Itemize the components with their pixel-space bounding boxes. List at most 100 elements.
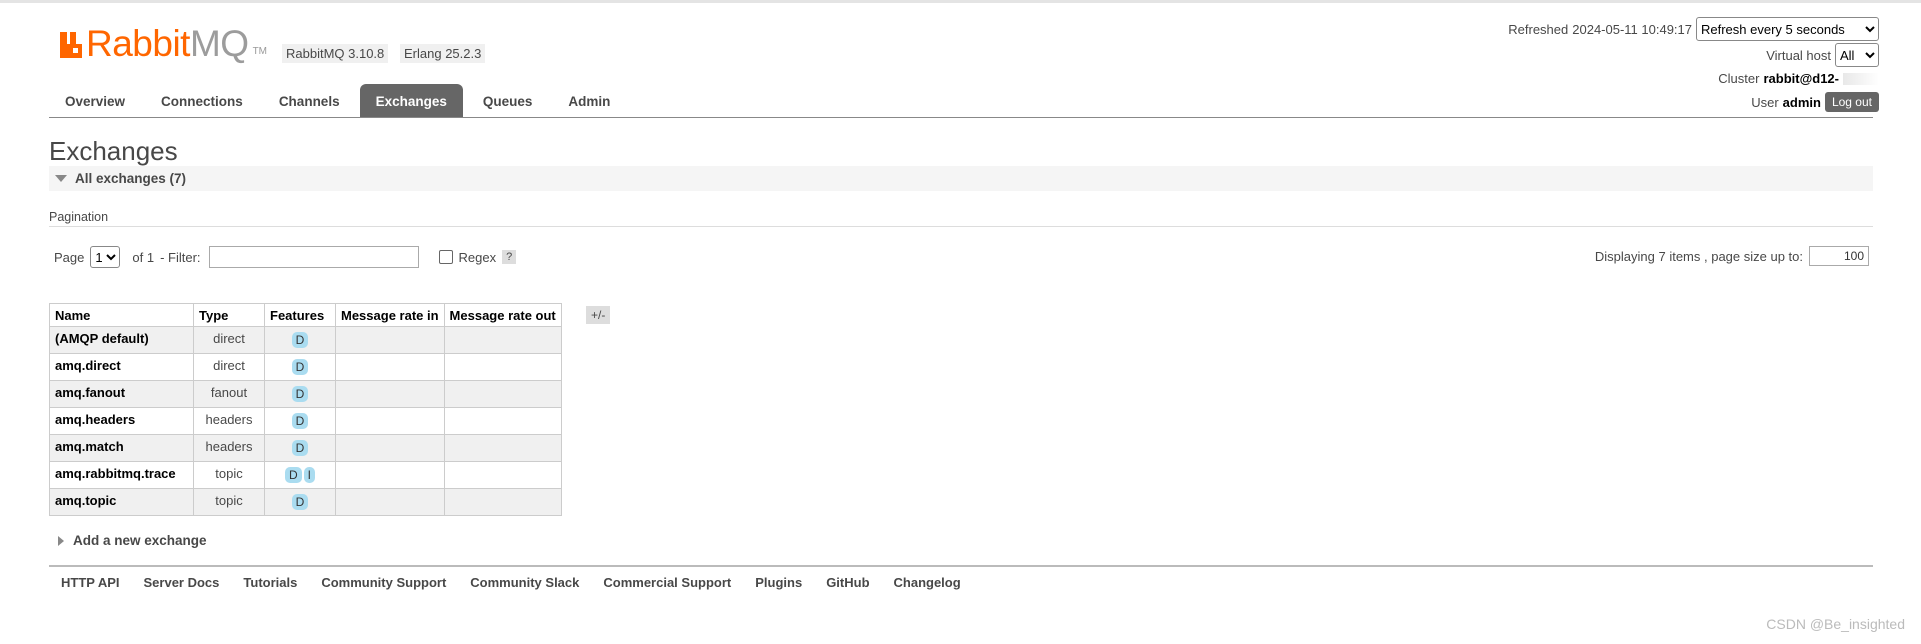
- rate-in-cell: [335, 380, 445, 408]
- exchange-name-link[interactable]: amq.direct: [49, 353, 194, 381]
- footer-link-community-support[interactable]: Community Support: [309, 574, 458, 592]
- footer-link-github[interactable]: GitHub: [814, 574, 881, 592]
- logout-button[interactable]: Log out: [1824, 92, 1879, 112]
- exchange-type: headers: [193, 407, 265, 435]
- pagination-controls: Page 1 of 1 - Filter: Regex ?: [54, 246, 517, 268]
- rate-out-cell: [443, 380, 562, 408]
- table-row[interactable]: (AMQP default) direct D: [49, 326, 562, 354]
- table-row[interactable]: amq.direct direct D: [49, 353, 562, 381]
- exchanges-table: Name Type Features Message rate in Messa…: [49, 303, 562, 516]
- exchange-type: headers: [193, 434, 265, 462]
- refreshed-label: Refreshed: [1508, 21, 1569, 37]
- vhost-select[interactable]: All: [1835, 43, 1879, 67]
- pagination-divider: [49, 226, 1873, 227]
- pagination-label: Pagination: [49, 210, 109, 224]
- footer-link-server-docs[interactable]: Server Docs: [132, 574, 232, 592]
- csdn-watermark: CSDN @Be_insighted: [1766, 616, 1905, 632]
- rate-out-cell: [443, 434, 562, 462]
- refreshed-time: 2024-05-11 10:49:17: [1572, 21, 1692, 37]
- vhost-label: Virtual host: [1766, 47, 1831, 63]
- exchange-name-link[interactable]: amq.fanout: [49, 380, 194, 408]
- rabbitmq-version-badge: RabbitMQ 3.10.8: [282, 44, 389, 63]
- cluster-info: Cluster rabbit@d12-: [1718, 71, 1879, 86]
- column-header-features: Features: [264, 303, 336, 327]
- exchange-type: direct: [193, 326, 265, 354]
- rate-out-cell: [443, 326, 562, 354]
- durable-badge: D: [291, 332, 309, 348]
- exchange-name-link[interactable]: amq.match: [49, 434, 194, 462]
- column-header-name: Name: [49, 303, 194, 327]
- rabbitmq-logo[interactable]: RabbitMQ TM: [60, 25, 267, 63]
- section-title: All exchanges (7): [75, 171, 187, 186]
- erlang-version-badge: Erlang 25.2.3: [400, 44, 486, 63]
- table-row[interactable]: amq.headers headers D: [49, 407, 562, 435]
- table-row[interactable]: amq.rabbitmq.trace topic DI: [49, 461, 562, 489]
- tab-queues[interactable]: Queues: [467, 84, 549, 118]
- exchange-features: DI: [264, 461, 336, 489]
- page-size-input[interactable]: 100: [1809, 246, 1869, 266]
- rate-in-cell: [335, 488, 445, 516]
- collapse-arrow-icon: [55, 175, 67, 182]
- nav-divider: [49, 117, 1873, 118]
- page-label: Page: [54, 249, 85, 265]
- rate-out-cell: [443, 461, 562, 489]
- cluster-label: Cluster: [1718, 71, 1760, 86]
- regex-checkbox[interactable]: [438, 250, 453, 264]
- footer-link-http-api[interactable]: HTTP API: [49, 574, 132, 592]
- top-border: [0, 0, 1921, 3]
- exchange-name-link[interactable]: amq.topic: [49, 488, 194, 516]
- filter-label: - Filter:: [160, 249, 201, 265]
- column-header-rate-in: Message rate in: [335, 303, 445, 327]
- table-row[interactable]: amq.match headers D: [49, 434, 562, 462]
- rate-out-cell: [443, 353, 562, 381]
- exchange-features: D: [264, 407, 336, 435]
- regex-help-icon[interactable]: ?: [502, 250, 517, 264]
- exchange-features: D: [264, 353, 336, 381]
- durable-badge: D: [284, 467, 302, 483]
- page-select[interactable]: 1: [90, 246, 121, 268]
- refresh-interval-select[interactable]: Refresh every 5 seconds: [1696, 17, 1879, 41]
- exchange-features: D: [264, 380, 336, 408]
- column-header-rate-out: Message rate out: [443, 303, 562, 327]
- rate-in-cell: [335, 434, 445, 462]
- display-count-text: Displaying 7 items , page size up to:: [1594, 248, 1803, 264]
- rate-in-cell: [335, 461, 445, 489]
- column-toggle-button[interactable]: +/-: [586, 306, 611, 324]
- cluster-name: rabbit@d12-: [1763, 71, 1839, 86]
- durable-badge: D: [291, 386, 309, 402]
- filter-input[interactable]: [208, 246, 419, 268]
- exchange-name-link[interactable]: (AMQP default): [49, 326, 194, 354]
- footer-link-changelog[interactable]: Changelog: [882, 574, 973, 592]
- tab-connections[interactable]: Connections: [145, 84, 259, 118]
- add-exchange-title: Add a new exchange: [73, 533, 207, 548]
- column-header-type: Type: [193, 303, 265, 327]
- footer-link-community-slack[interactable]: Community Slack: [458, 574, 591, 592]
- main-nav: Overview Connections Channels Exchanges …: [49, 84, 630, 118]
- footer-link-plugins[interactable]: Plugins: [743, 574, 814, 592]
- tab-exchanges[interactable]: Exchanges: [359, 84, 463, 118]
- exchange-name-link[interactable]: amq.rabbitmq.trace: [49, 461, 194, 489]
- table-row[interactable]: amq.topic topic D: [49, 488, 562, 516]
- durable-badge: D: [291, 359, 309, 375]
- footer-link-commercial-support[interactable]: Commercial Support: [591, 574, 743, 592]
- user-name: admin: [1782, 94, 1821, 110]
- exchange-features: D: [264, 326, 336, 354]
- table-row[interactable]: amq.fanout fanout D: [49, 380, 562, 408]
- durable-badge: D: [291, 440, 309, 456]
- rate-in-cell: [335, 407, 445, 435]
- exchange-features: D: [264, 488, 336, 516]
- display-info: Displaying 7 items , page size up to: 10…: [1595, 246, 1869, 266]
- footer-link-tutorials[interactable]: Tutorials: [231, 574, 309, 592]
- durable-badge: D: [291, 413, 309, 429]
- logo-text: RabbitMQ: [86, 23, 249, 64]
- all-exchanges-section-toggle[interactable]: All exchanges (7): [49, 166, 1873, 191]
- exchange-name-link[interactable]: amq.headers: [49, 407, 194, 435]
- table-header-row: Name Type Features Message rate in Messa…: [49, 303, 562, 327]
- tab-admin[interactable]: Admin: [552, 84, 626, 118]
- regex-label: Regex: [458, 249, 497, 265]
- exchange-type: topic: [193, 488, 265, 516]
- page-of-label: of 1: [132, 249, 155, 265]
- tab-overview[interactable]: Overview: [49, 84, 141, 118]
- add-exchange-section-toggle[interactable]: Add a new exchange: [58, 533, 207, 548]
- tab-channels[interactable]: Channels: [263, 84, 356, 118]
